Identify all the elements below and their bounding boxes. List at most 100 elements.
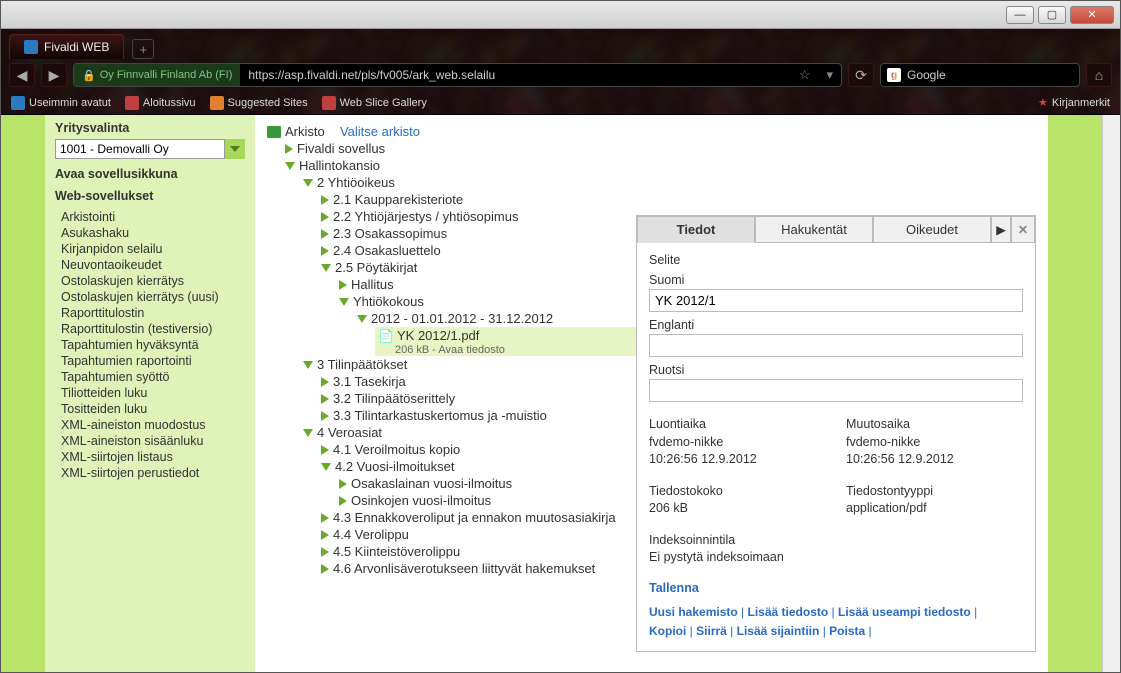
tree-node[interactable]: 4.6 Arvonlisäverotukseen liittyvät hakem…	[333, 561, 595, 576]
action-delete[interactable]: Poista	[829, 624, 865, 638]
sidebar-item[interactable]: XML-aineiston sisäänluku	[55, 433, 245, 449]
collapse-icon[interactable]	[303, 179, 313, 187]
tree-node[interactable]: 3 Tilinpäätökset	[317, 357, 407, 372]
sidebar-item[interactable]: Tiliotteiden luku	[55, 385, 245, 401]
tree-node[interactable]: 3.1 Tasekirja	[333, 374, 406, 389]
sidebar-item[interactable]: XML-siirtojen listaus	[55, 449, 245, 465]
sidebar-item[interactable]: Ostolaskujen kierrätys (uusi)	[55, 289, 245, 305]
sidebar-item[interactable]: Raporttitulostin	[55, 305, 245, 321]
bookmark-item[interactable]: Useimmin avatut	[11, 96, 111, 110]
action-add-loc[interactable]: Lisää sijaintiin	[737, 624, 820, 638]
company-dropdown-button[interactable]	[225, 139, 245, 159]
minimize-button[interactable]: —	[1006, 6, 1034, 24]
collapse-icon[interactable]	[321, 264, 331, 272]
collapse-icon[interactable]	[285, 162, 295, 170]
tree-node[interactable]: Osakaslainan vuosi-ilmoitus	[351, 476, 512, 491]
tree-node[interactable]: Hallitus	[351, 277, 394, 292]
tree-node[interactable]: 4.1 Veroilmoitus kopio	[333, 442, 460, 457]
bookmark-item[interactable]: Suggested Sites	[210, 96, 308, 110]
sidebar-item[interactable]: Ostolaskujen kierrätys	[55, 273, 245, 289]
expand-icon[interactable]	[321, 212, 329, 222]
save-link[interactable]: Tallenna	[649, 581, 699, 595]
tree-node[interactable]: 4.2 Vuosi-ilmoitukset	[335, 459, 454, 474]
tab-hakukentat[interactable]: Hakukentät	[755, 216, 873, 242]
expand-icon[interactable]	[339, 479, 347, 489]
panel-next-icon[interactable]: ▶	[991, 216, 1011, 242]
tree-node[interactable]: 2.2 Yhtiöjärjestys / yhtiösopimus	[333, 209, 518, 224]
sidebar-item[interactable]: Neuvontaoikeudet	[55, 257, 245, 273]
tab-oikeudet[interactable]: Oikeudet	[873, 216, 991, 242]
sidebar-item[interactable]: Tositteiden luku	[55, 401, 245, 417]
expand-icon[interactable]	[321, 547, 329, 557]
forward-button[interactable]: ▶	[41, 63, 67, 87]
search-box[interactable]: Google	[880, 63, 1080, 87]
tree-node[interactable]: Osinkojen vuosi-ilmoitus	[351, 493, 491, 508]
scrollbar[interactable]	[1102, 115, 1120, 672]
url-dropdown-icon[interactable]: ▾	[818, 67, 841, 83]
expand-icon[interactable]	[321, 411, 329, 421]
action-new-dir[interactable]: Uusi hakemisto	[649, 605, 738, 619]
bookmark-item[interactable]: Aloitussivu	[125, 96, 196, 110]
maximize-button[interactable]: ▢	[1038, 6, 1066, 24]
tree-node[interactable]: 4.3 Ennakkoveroliput ja ennakon muutosas…	[333, 510, 616, 525]
panel-close-icon[interactable]: ✕	[1011, 216, 1035, 242]
tree-node[interactable]: 2.1 Kaupparekisteriote	[333, 192, 463, 207]
suomi-input[interactable]	[649, 289, 1023, 312]
tree-node[interactable]: Hallintokansio	[299, 158, 380, 173]
expand-icon[interactable]	[321, 394, 329, 404]
collapse-icon[interactable]	[339, 298, 349, 306]
tree-node[interactable]: Fivaldi sovellus	[297, 141, 385, 156]
sidebar-item[interactable]: Tapahtumien syöttö	[55, 369, 245, 385]
expand-icon[interactable]	[339, 280, 347, 290]
expand-icon[interactable]	[339, 496, 347, 506]
tree-node[interactable]: 2012 - 01.01.2012 - 31.12.2012	[371, 311, 553, 326]
ruotsi-input[interactable]	[649, 379, 1023, 402]
action-copy[interactable]: Kopioi	[649, 624, 686, 638]
back-button[interactable]: ◀	[9, 63, 35, 87]
expand-icon[interactable]	[321, 229, 329, 239]
expand-icon[interactable]	[321, 246, 329, 256]
tree-node[interactable]: 3.3 Tilintarkastuskertomus ja -muistio	[333, 408, 547, 423]
ssl-identity[interactable]: 🔒 Oy Finnvalli Finland Ab (FI)	[74, 64, 240, 86]
action-move[interactable]: Siirrä	[696, 624, 727, 638]
tree-node[interactable]: 2 Yhtiöoikeus	[317, 175, 395, 190]
expand-icon[interactable]	[321, 377, 329, 387]
bookmark-item[interactable]: Web Slice Gallery	[322, 96, 427, 110]
tree-node[interactable]: 4.5 Kiinteistöverolippu	[333, 544, 460, 559]
collapse-icon[interactable]	[357, 315, 367, 323]
tree-node[interactable]: Yhtiökokous	[353, 294, 424, 309]
bookmarks-menu[interactable]: ★Kirjanmerkit	[1038, 96, 1110, 109]
reload-button[interactable]: ⟳	[848, 63, 874, 87]
expand-icon[interactable]	[321, 445, 329, 455]
company-input[interactable]	[55, 139, 225, 159]
sidebar-item[interactable]: Arkistointi	[55, 209, 245, 225]
collapse-icon[interactable]	[321, 463, 331, 471]
sidebar-item[interactable]: Kirjanpidon selailu	[55, 241, 245, 257]
action-add-multi[interactable]: Lisää useampi tiedosto	[838, 605, 971, 619]
expand-icon[interactable]	[321, 564, 329, 574]
collapse-icon[interactable]	[303, 361, 313, 369]
sidebar-item[interactable]: Tapahtumien raportointi	[55, 353, 245, 369]
choose-archive-link[interactable]: Valitse arkisto	[340, 124, 420, 139]
sidebar-item[interactable]: Raporttitulostin (testiversio)	[55, 321, 245, 337]
tree-node[interactable]: 2.5 Pöytäkirjat	[335, 260, 417, 275]
sidebar-item[interactable]: XML-aineiston muodostus	[55, 417, 245, 433]
url-bar[interactable]: 🔒 Oy Finnvalli Finland Ab (FI) https://a…	[73, 63, 842, 87]
close-button[interactable]: ✕	[1070, 6, 1114, 24]
tree-node[interactable]: 4.4 Verolippu	[333, 527, 409, 542]
expand-icon[interactable]	[321, 513, 329, 523]
tab-tiedot[interactable]: Tiedot	[637, 216, 755, 243]
home-button[interactable]: ⌂	[1086, 63, 1112, 87]
expand-icon[interactable]	[321, 530, 329, 540]
new-tab-button[interactable]: +	[132, 39, 154, 59]
bookmark-star-icon[interactable]: ☆	[791, 67, 819, 83]
open-app-link[interactable]: Avaa sovellusikkuna	[55, 167, 245, 181]
tree-node[interactable]: 2.3 Osakassopimus	[333, 226, 447, 241]
englanti-input[interactable]	[649, 334, 1023, 357]
sidebar-item[interactable]: Asukashaku	[55, 225, 245, 241]
expand-icon[interactable]	[321, 195, 329, 205]
sidebar-item[interactable]: XML-siirtojen perustiedot	[55, 465, 245, 481]
browser-tab[interactable]: Fivaldi WEB	[9, 34, 124, 59]
sidebar-item[interactable]: Tapahtumien hyväksyntä	[55, 337, 245, 353]
action-add-file[interactable]: Lisää tiedosto	[748, 605, 829, 619]
